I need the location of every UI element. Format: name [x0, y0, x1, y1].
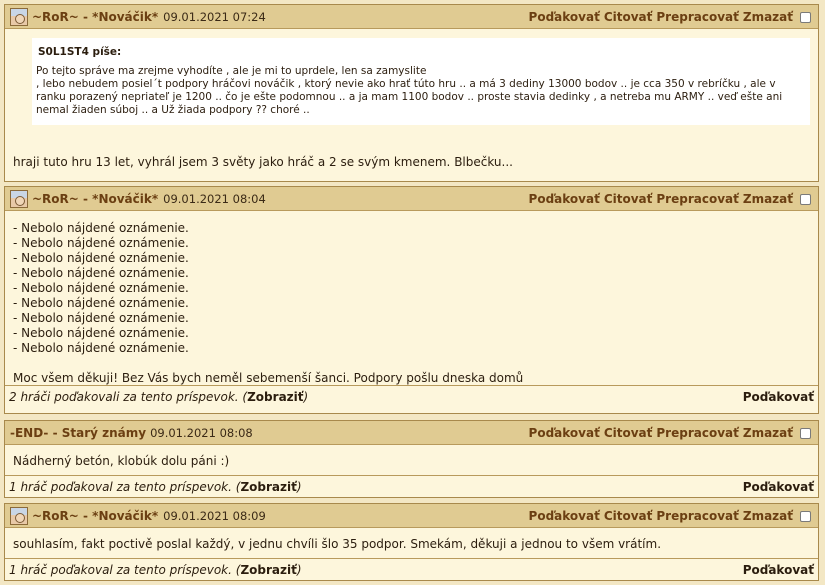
post-body: S0L1ST4 píše: Po tejto správe ma zrejme … [5, 29, 818, 170]
announcement-line: - Nebolo nájdené oznámenie. [13, 236, 189, 250]
post-header: ~RoR~ - *Nováčik* 09.01.2021 07:24 Poďak… [5, 5, 818, 29]
announcement-line: - Nebolo nájdené oznámenie. [13, 296, 189, 310]
avatar[interactable] [10, 506, 28, 525]
post-footer: 1 hráč poďakoval za tento príspevok. (Zo… [5, 558, 818, 580]
forum-post: ~RoR~ - *Nováčik* 09.01.2021 08:09 Poďak… [4, 503, 819, 581]
forum-post: ~RoR~ - *Nováčik* 09.01.2021 07:24 Poďak… [4, 4, 819, 182]
post-author[interactable]: ~RoR~ - *Nováčik* [32, 10, 158, 24]
quote-button[interactable]: Citovať [604, 426, 653, 440]
announcement-line: - Nebolo nájdené oznámenie. [13, 311, 189, 325]
post-body: souhlasím, fakt poctivě poslal každý, v … [5, 528, 818, 558]
forum-post: -END- - Starý známy 09.01.2021 08:08 Poď… [4, 420, 819, 498]
thank-button[interactable]: Poďakovať [529, 192, 600, 206]
quote-button[interactable]: Citovať [604, 192, 653, 206]
select-checkbox[interactable] [800, 193, 811, 205]
quote-block: S0L1ST4 píše: Po tejto správe ma zrejme … [32, 38, 810, 125]
edit-button[interactable]: Prepracovať [656, 10, 738, 24]
post-text: Nádherný betón, klobúk dolu páni :) [13, 454, 230, 468]
show-thanks-link[interactable]: Zobraziť [240, 480, 296, 494]
edit-button[interactable]: Prepracovať [656, 426, 738, 440]
show-thanks-link[interactable]: Zobraziť [247, 390, 303, 404]
thanks-summary: 2 hráči poďakovali za tento príspevok. (… [9, 390, 308, 404]
post-body: Nádherný betón, klobúk dolu páni :) [5, 445, 818, 475]
thanks-close-paren: ) [296, 479, 302, 494]
thanks-summary: 1 hráč poďakoval za tento príspevok. (Zo… [9, 563, 302, 577]
post-actions: Poďakovať Citovať Prepracovať Zmazať [525, 187, 811, 211]
post-actions: Poďakovať Citovať Prepracovať Zmazať [525, 5, 811, 29]
delete-button[interactable]: Zmazať [743, 426, 793, 440]
delete-button[interactable]: Zmazať [743, 192, 793, 206]
thank-footer-button[interactable]: Poďakovať [743, 563, 814, 577]
thanks-close-paren: ) [303, 389, 309, 404]
edit-button[interactable]: Prepracovať [656, 192, 738, 206]
avatar[interactable] [10, 189, 28, 208]
delete-button[interactable]: Zmazať [743, 509, 793, 523]
post-body: - Nebolo nájdené oznámenie. - Nebolo náj… [5, 211, 818, 385]
thanks-close-paren: ) [296, 562, 302, 577]
post-actions: Poďakovať Citovať Prepracovať Zmazať [525, 504, 811, 528]
post-header: -END- - Starý známy 09.01.2021 08:08 Poď… [5, 421, 818, 445]
thank-button[interactable]: Poďakovať [529, 10, 600, 24]
forum-post: ~RoR~ - *Nováčik* 09.01.2021 08:04 Poďak… [4, 186, 819, 414]
thanks-count-text: 1 hráč poďakoval za tento príspevok. ( [9, 479, 241, 494]
post-author[interactable]: ~RoR~ - *Nováčik* [32, 509, 158, 523]
thanks-count-text: 1 hráč poďakoval za tento príspevok. ( [9, 562, 241, 577]
avatar[interactable] [10, 7, 28, 26]
post-date: 09.01.2021 08:09 [163, 508, 266, 523]
post-date: 09.01.2021 07:24 [163, 9, 266, 24]
select-checkbox[interactable] [800, 11, 811, 23]
thank-button[interactable]: Poďakovať [529, 426, 600, 440]
announcement-line: - Nebolo nájdené oznámenie. [13, 221, 189, 235]
post-text: souhlasím, fakt poctivě poslal každý, v … [13, 537, 662, 551]
thank-button[interactable]: Poďakovať [529, 509, 600, 523]
select-checkbox[interactable] [800, 510, 811, 522]
quote-text: Po tejto správe ma zrejme vyhodíte , ale… [36, 65, 783, 116]
post-text: hraji tuto hru 13 let, vyhrál jsem 3 svě… [13, 155, 513, 169]
post-author[interactable]: -END- - Starý známy [10, 426, 146, 440]
post-actions: Poďakovať Citovať Prepracovať Zmazať [525, 421, 811, 445]
post-date: 09.01.2021 08:04 [163, 191, 266, 206]
edit-button[interactable]: Prepracovať [656, 509, 738, 523]
select-checkbox[interactable] [800, 427, 811, 439]
quote-button[interactable]: Citovať [604, 10, 653, 24]
post-date: 09.01.2021 08:08 [150, 425, 253, 440]
announcement-line: - Nebolo nájdené oznámenie. [13, 251, 189, 265]
thanks-count-text: 2 hráči poďakovali za tento príspevok. ( [9, 389, 248, 404]
announcement-line: - Nebolo nájdené oznámenie. [13, 281, 189, 295]
delete-button[interactable]: Zmazať [743, 10, 793, 24]
post-text: Moc všem děkuji! Bez Vás bych neměl sebe… [13, 371, 524, 385]
thank-footer-button[interactable]: Poďakovať [743, 480, 814, 494]
thank-footer-button[interactable]: Poďakovať [743, 390, 814, 404]
thanks-summary: 1 hráč poďakoval za tento príspevok. (Zo… [9, 480, 302, 494]
announcement-line: - Nebolo nájdené oznámenie. [13, 266, 189, 280]
post-footer: 2 hráči poďakovali za tento príspevok. (… [5, 385, 818, 407]
quote-author: S0L1ST4 píše: [38, 46, 122, 58]
announcement-line: - Nebolo nájdené oznámenie. [13, 326, 189, 340]
show-thanks-link[interactable]: Zobraziť [240, 563, 296, 577]
post-author[interactable]: ~RoR~ - *Nováčik* [32, 192, 158, 206]
post-header: ~RoR~ - *Nováčik* 09.01.2021 08:04 Poďak… [5, 187, 818, 211]
announcement-line: - Nebolo nájdené oznámenie. [13, 341, 189, 355]
post-header: ~RoR~ - *Nováčik* 09.01.2021 08:09 Poďak… [5, 504, 818, 528]
post-footer: 1 hráč poďakoval za tento príspevok. (Zo… [5, 475, 818, 497]
quote-button[interactable]: Citovať [604, 509, 653, 523]
